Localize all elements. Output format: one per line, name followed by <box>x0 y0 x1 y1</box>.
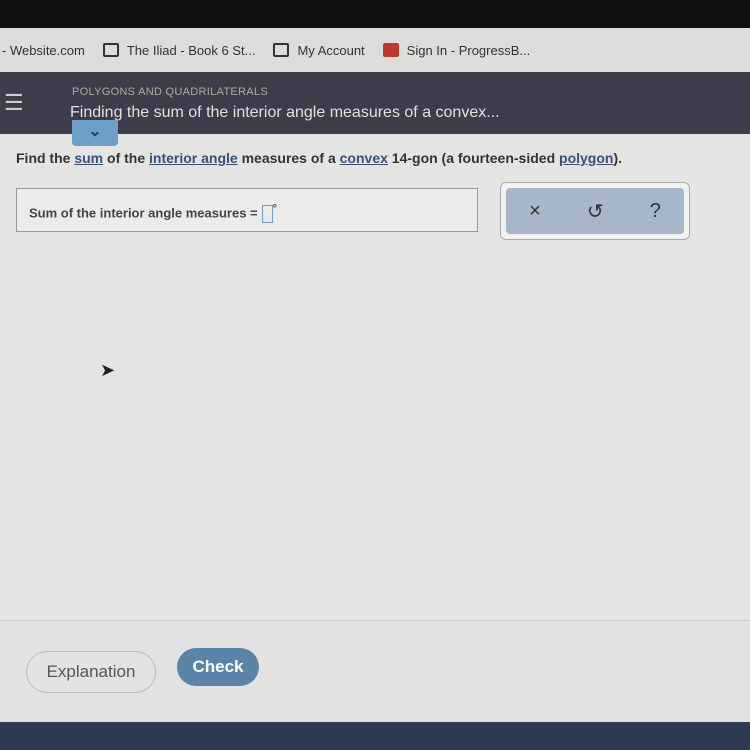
check-button[interactable]: Check <box>177 648 259 686</box>
degree-unit: ° <box>272 203 277 215</box>
bookmark-label: - Website.com <box>2 42 85 58</box>
bookmark-my-account[interactable]: My Account <box>273 42 365 58</box>
answer-box: Sum of the interior angle measures = ° <box>16 188 478 232</box>
hamburger-menu-icon[interactable]: ☰ <box>4 90 24 116</box>
answer-label: Sum of the interior angle measures = <box>29 205 258 221</box>
undo-icon[interactable]: ↺ <box>587 199 604 224</box>
topic-category: POLYGONS AND QUADRILATERALS <box>72 86 268 98</box>
chevron-down-icon[interactable]: ⌄ <box>72 120 118 146</box>
question-text: Find the sum of the interior angle measu… <box>16 150 623 166</box>
link-convex[interactable]: convex <box>340 150 388 166</box>
bookmark-website[interactable]: - Website.com <box>2 43 85 58</box>
clear-icon[interactable]: × <box>529 200 541 223</box>
help-icon[interactable]: ? <box>650 200 661 223</box>
link-polygon[interactable]: polygon <box>559 150 613 166</box>
explanation-button[interactable]: Explanation <box>26 651 156 693</box>
progressbook-icon <box>382 43 399 57</box>
answer-input[interactable] <box>261 204 273 223</box>
bookmark-label: The Iliad - Book 6 St... <box>126 42 256 58</box>
page-icon <box>102 43 119 57</box>
taskbar <box>0 722 750 750</box>
bookmark-label: Sign In - ProgressB... <box>406 42 531 58</box>
bookmark-iliad[interactable]: The Iliad - Book 6 St... <box>102 42 256 58</box>
link-sum[interactable]: sum <box>74 150 103 166</box>
bookmark-progress[interactable]: Sign In - ProgressB... <box>382 42 531 58</box>
answer-tools: × ↺ ? <box>500 182 690 240</box>
footer: Explanation Check <box>0 620 750 722</box>
page-icon <box>273 43 290 57</box>
link-interior-angle[interactable]: interior angle <box>149 150 238 166</box>
mouse-cursor-icon: ➤ <box>100 360 116 380</box>
topic-title: Finding the sum of the interior angle me… <box>70 104 500 121</box>
bookmarks-bar: - Website.com The Iliad - Book 6 St... M… <box>0 28 750 72</box>
bookmark-label: My Account <box>297 42 365 58</box>
